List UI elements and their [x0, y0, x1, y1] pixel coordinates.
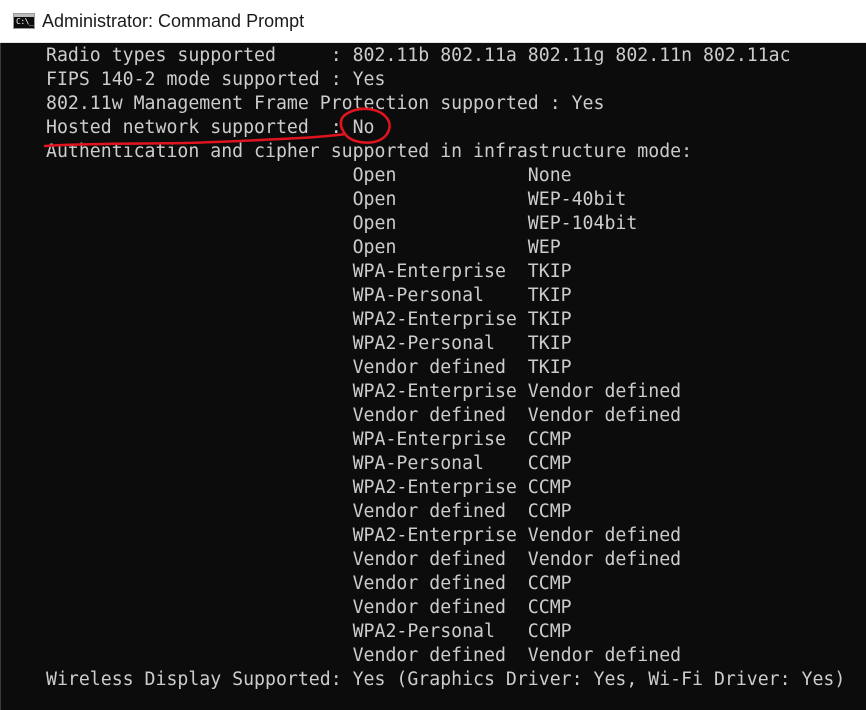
- window-title: Administrator: Command Prompt: [42, 11, 305, 31]
- console-line-radio-types: Radio types supported : 802.11b 802.11a …: [46, 45, 791, 66]
- console-line-management-frame: 802.11w Management Frame Protection supp…: [46, 93, 605, 114]
- auth-cipher-row: Vendor defined CCMP: [46, 573, 572, 594]
- auth-cipher-row: WPA2-Personal CCMP: [46, 621, 572, 642]
- auth-cipher-row: Open WEP: [46, 237, 561, 258]
- auth-cipher-row: WPA-Personal TKIP: [46, 285, 572, 306]
- auth-cipher-row: Open None: [46, 165, 572, 186]
- cmd-icon[interactable]: C:\_: [13, 13, 35, 29]
- auth-cipher-row: Vendor defined Vendor defined: [46, 405, 682, 426]
- console-output[interactable]: Radio types supported : 802.11b 802.11a …: [46, 44, 845, 692]
- auth-cipher-row: WPA2-Enterprise Vendor defined: [46, 525, 682, 546]
- auth-cipher-row: WPA2-Personal TKIP: [46, 333, 572, 354]
- command-prompt-window: C:\_ Administrator: Command Prompt Radio…: [0, 0, 866, 710]
- cmd-icon-glyph: C:\_: [16, 17, 34, 26]
- auth-cipher-row: Open WEP-40bit: [46, 189, 627, 210]
- console-line-wireless-display: Wireless Display Supported: Yes (Graphic…: [46, 669, 846, 690]
- auth-cipher-row: Open WEP-104bit: [46, 213, 638, 234]
- auth-cipher-row: WPA-Personal CCMP: [46, 453, 572, 474]
- window-border: [0, 43, 1, 710]
- auth-cipher-row: Vendor defined Vendor defined: [46, 549, 682, 570]
- auth-cipher-row: WPA2-Enterprise Vendor defined: [46, 381, 682, 402]
- auth-cipher-row: Vendor defined CCMP: [46, 597, 572, 618]
- title-bar[interactable]: C:\_ Administrator: Command Prompt: [0, 0, 866, 43]
- console-line-fips: FIPS 140-2 mode supported : Yes: [46, 69, 386, 90]
- auth-cipher-row: Vendor defined TKIP: [46, 357, 572, 378]
- auth-cipher-row: WPA2-Enterprise TKIP: [46, 309, 572, 330]
- auth-cipher-row: WPA-Enterprise CCMP: [46, 429, 572, 450]
- auth-cipher-row: WPA-Enterprise TKIP: [46, 261, 572, 282]
- auth-cipher-row: Vendor defined Vendor defined: [46, 645, 682, 666]
- auth-cipher-row: Vendor defined CCMP: [46, 501, 572, 522]
- console-line-hosted-network: Hosted network supported : No: [46, 117, 375, 138]
- auth-cipher-row: WPA2-Enterprise CCMP: [46, 477, 572, 498]
- console-line-auth-header: Authentication and cipher supported in i…: [46, 141, 693, 162]
